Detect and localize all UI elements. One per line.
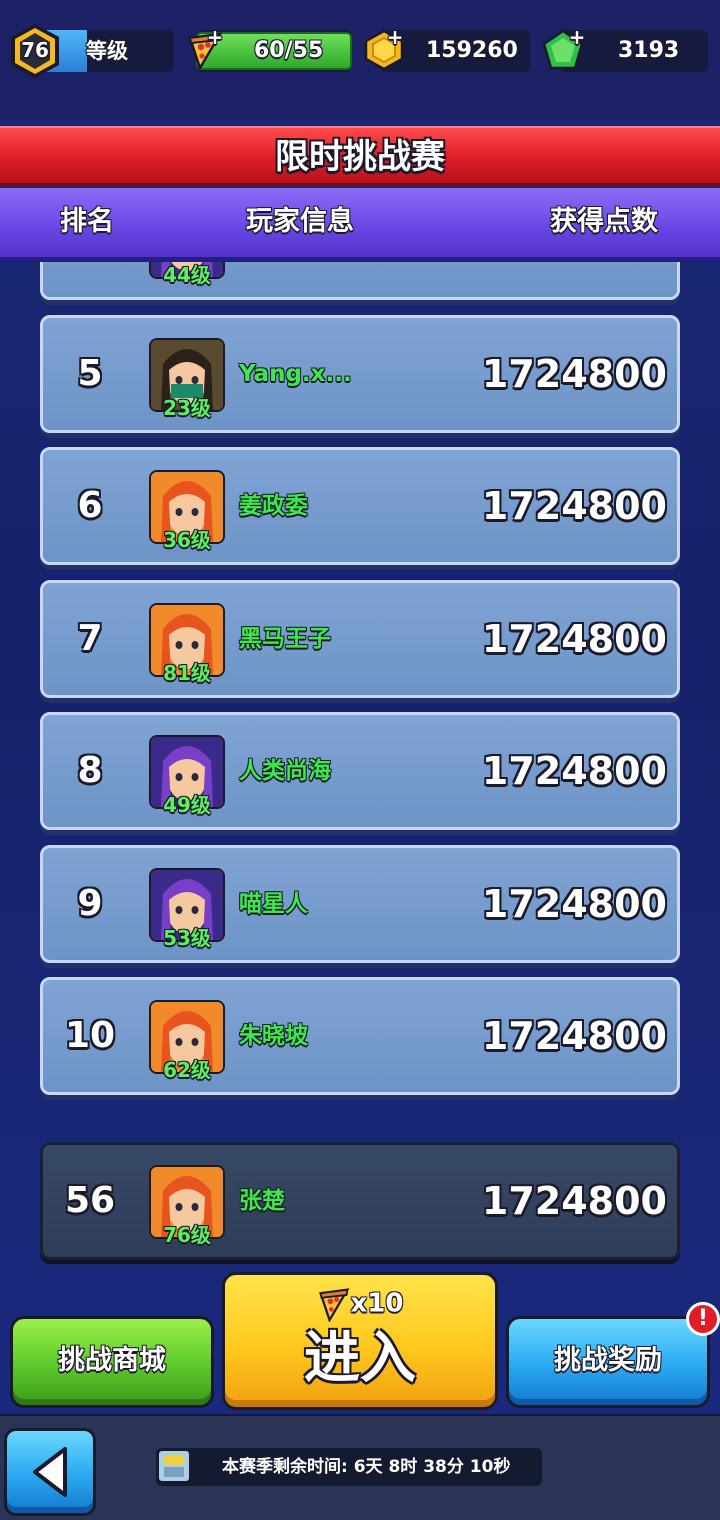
header-rank: 排名 (60, 206, 114, 237)
energy-value: 60/55 (254, 38, 324, 63)
enter-button[interactable]: x10 进入 (222, 1272, 498, 1410)
leaderboard-row[interactable]: 6 36级 姜政委 1724800 (40, 447, 680, 565)
season-timer: 本赛季剩余时间: 6天 8时 38分 10秒 (156, 1448, 542, 1486)
challenge-shop-button[interactable]: 挑战商城 (10, 1316, 214, 1408)
bottom-bar: 本赛季剩余时间: 6天 8时 38分 10秒 (0, 1414, 720, 1520)
alert-badge: ! (686, 1302, 720, 1336)
leaderboard-row[interactable]: 10 62级 朱晓坡 1724800 (40, 977, 680, 1095)
gem-value: 3193 (618, 38, 680, 63)
add-gem-icon[interactable]: + (568, 27, 586, 47)
coin-value: 159260 (426, 38, 518, 63)
leaderboard-list[interactable]: 4 44级 要说什么 1724800 5 23级 Yang.x... 1724800 6 36级 姜… (0, 262, 720, 1120)
page-title: 限时挑战赛 (275, 137, 445, 177)
player-name: 人类尚海 (239, 758, 331, 784)
enter-cost: x10 (225, 1283, 495, 1324)
leaderboard-row[interactable]: 8 49级 人类尚海 1724800 (40, 712, 680, 830)
row-rank: 7 (77, 617, 103, 659)
challenge-reward-button[interactable]: 挑战奖励 (506, 1316, 710, 1408)
player-name: 朱晓坡 (239, 1023, 308, 1049)
level-label: 等级 (86, 39, 128, 63)
row-rank: 9 (77, 882, 103, 924)
player-name: 姜政委 (239, 493, 308, 519)
pizza-icon (318, 1287, 350, 1323)
challenge-reward-label: 挑战奖励 (554, 1345, 662, 1376)
player-score: 1724800 (481, 749, 667, 793)
my-rank-row[interactable]: 56 76级 张楚 1724800 (40, 1142, 680, 1260)
level-badge[interactable]: 76 (8, 22, 62, 80)
row-rank: 10 (64, 1015, 116, 1056)
header-points: 获得点数 (550, 206, 658, 237)
player-name: 要说什么 (239, 262, 331, 297)
player-name: 黑马王子 (239, 625, 331, 652)
header-player: 玩家信息 (246, 206, 354, 237)
player-name: 喵星人 (239, 890, 308, 917)
leaderboard-row[interactable]: 5 23级 Yang.x... 1724800 (40, 314, 680, 433)
player-level: 36级 (163, 528, 211, 552)
resource-bar: 等级 76 60/55 + 159260 + 3193 + (0, 0, 720, 120)
challenge-shop-label: 挑战商城 (58, 1345, 166, 1376)
level-number: 76 (21, 38, 49, 62)
season-timer-text: 本赛季剩余时间: 6天 8时 38分 10秒 (222, 1457, 511, 1477)
my-level: 76级 (163, 1223, 211, 1247)
leaderboard-header: 排名 玩家信息 获得点数 (0, 188, 720, 260)
my-score: 1724800 (481, 1179, 667, 1223)
row-rank: 8 (77, 750, 103, 791)
player-name: Yang.x... (239, 360, 352, 387)
player-level: 23级 (163, 395, 211, 420)
player-score: 1724800 (481, 351, 667, 396)
player-level: 49级 (163, 793, 211, 817)
enter-label: 进入 (304, 1326, 416, 1391)
back-arrow-icon (33, 1447, 67, 1497)
my-name: 张楚 (239, 1188, 285, 1214)
row-rank: 4 (43, 262, 137, 297)
enter-cost-value: x10 (350, 1288, 404, 1319)
add-coin-icon[interactable]: + (386, 27, 404, 47)
player-score: 1724800 (481, 881, 667, 926)
leaderboard-row[interactable]: 9 53级 喵星人 1724800 (40, 844, 680, 963)
player-score: 1724800 (481, 484, 667, 528)
my-rank: 56 (64, 1180, 116, 1221)
player-level: 62级 (163, 1058, 211, 1082)
back-button[interactable] (4, 1428, 96, 1516)
player-level: 81级 (163, 660, 211, 685)
player-score: 1724800 (482, 262, 667, 297)
player-level: 44级 (163, 263, 211, 287)
player-level: 53级 (163, 925, 211, 950)
hourglass-icon (157, 1449, 191, 1483)
add-energy-icon[interactable]: + (206, 27, 224, 47)
leaderboard-row[interactable]: 4 44级 要说什么 1724800 (40, 262, 680, 300)
row-rank: 6 (77, 485, 103, 526)
player-score: 1724800 (481, 616, 667, 661)
event-title-bar: 限时挑战赛 (0, 126, 720, 186)
player-score: 1724800 (481, 1014, 667, 1058)
row-rank: 5 (77, 352, 103, 394)
leaderboard-row[interactable]: 7 81级 黑马王子 1724800 (40, 579, 680, 698)
